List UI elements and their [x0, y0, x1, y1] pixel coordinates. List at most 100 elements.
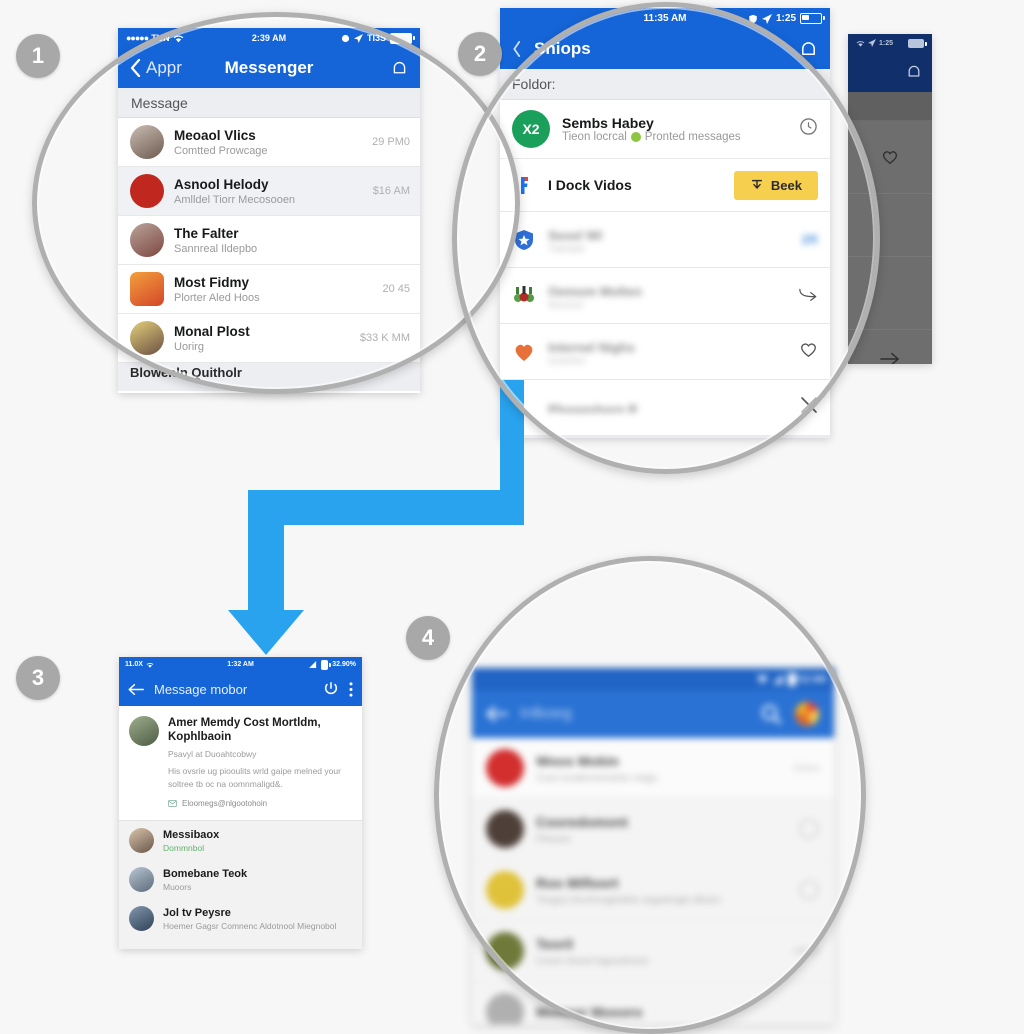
bell-icon[interactable]	[906, 64, 922, 80]
mail-icon	[168, 800, 177, 808]
list-item[interactable]: Bomebane Teok Muoors	[119, 860, 362, 900]
message-email[interactable]: Eloomegs@nlgootohoin	[168, 799, 352, 808]
signal-icon	[772, 674, 784, 684]
table-row[interactable]: Asnool Helody Amlldel Tiorr Mecosooen $1…	[118, 167, 420, 216]
close-icon[interactable]	[800, 396, 818, 419]
back-button[interactable]: Appr	[130, 58, 182, 78]
list-item-subtitle: Coon lcnderreemetor nnigo	[536, 772, 658, 784]
heart-icon[interactable]	[881, 148, 899, 166]
account-avatar-icon[interactable]	[794, 701, 820, 727]
heart-icon[interactable]	[799, 340, 818, 364]
status-time: 1:32 AM	[227, 661, 254, 668]
table-row[interactable]: The Falter Sannreal Ildepbo	[118, 216, 420, 265]
row-subtitle: Plorter Aled Hoos	[174, 291, 260, 304]
table-row[interactable]: Seoel WI Tiahdaly 2R	[500, 212, 830, 268]
list-item[interactable]: Woos Mobin Coon lcnderreemetor nnigo 103…	[472, 738, 834, 799]
send-icon	[353, 33, 363, 43]
count-badge: X2	[512, 110, 550, 148]
search-icon[interactable]	[760, 703, 782, 725]
wifi-icon	[146, 662, 154, 668]
bell-icon[interactable]	[799, 40, 818, 59]
download-icon	[750, 178, 764, 192]
status-right-label: 1:25	[879, 39, 894, 47]
panel4-nav-bar: Inlkoeg	[472, 690, 834, 738]
status-time: 2:39 AM	[251, 33, 287, 43]
chevron-left-icon[interactable]	[512, 41, 522, 57]
avatar	[130, 223, 164, 257]
wifi-icon	[173, 34, 184, 43]
list-item[interactable]: Teoril Coom Hoool Iogesolmoor 1800m	[472, 921, 834, 982]
table-row[interactable]: Oemom Molten MonGol	[500, 268, 830, 324]
table-row[interactable]: I Dock Vidos Beek	[500, 159, 830, 212]
refresh-icon[interactable]	[323, 681, 339, 697]
circle-icon[interactable]	[798, 818, 820, 840]
avatar	[486, 749, 524, 787]
row-subtitle: Tieon locrcal Pronted messages	[562, 131, 791, 143]
list-item[interactable]	[848, 330, 932, 364]
panel2-status-bar: 11:35 AM 1:25	[500, 8, 830, 29]
list-item-name: Monoor Moooro	[536, 1004, 643, 1020]
circle-icon[interactable]	[798, 879, 820, 901]
overflow-menu-icon[interactable]	[349, 681, 353, 697]
avatar	[486, 993, 524, 1024]
table-row[interactable]: Monal Plost Uorirg $33 K MM	[118, 314, 420, 363]
avatar	[130, 321, 164, 355]
panel3-nav-bar: Message mobor	[119, 672, 362, 706]
send-icon	[762, 13, 772, 24]
list-item-name: Teoril	[536, 935, 574, 952]
avatar	[129, 828, 154, 854]
table-row[interactable]: Most Fidmy Plorter Aled Hoos 20 45	[118, 265, 420, 314]
list-item[interactable]: Cooredomont Ptooonr	[472, 799, 834, 860]
signal-dots-icon: ●●●●●	[126, 33, 149, 43]
table-row[interactable]: Meoaol Vlics Comtted Prowcage 29 PM0	[118, 118, 420, 167]
step-badge-4: 4	[406, 616, 450, 660]
heart-shape-icon	[512, 340, 536, 364]
row-time: 20 45	[382, 283, 410, 295]
arrow-curve-icon[interactable]	[798, 285, 818, 306]
panel1-nav-bar: Appr Messenger	[118, 48, 420, 88]
list-item-subtitle: Hoemer Gagsr Comnenc Aldotnool Miegnobol	[163, 920, 337, 931]
beek-button[interactable]: Beek	[733, 170, 818, 200]
page-title: Inlkoeg	[520, 705, 572, 722]
list-item[interactable]: Jol tv Peysre Hoemer Gagsr Comnenc Aldot…	[119, 899, 362, 939]
row-subtitle-post: Pronted messages	[644, 131, 741, 143]
list-item[interactable]	[848, 92, 932, 121]
people-icon	[512, 284, 536, 308]
list-item[interactable]: Messibaox Dommnbol	[119, 821, 362, 861]
table-row[interactable]: Phoogshorn R	[500, 380, 830, 435]
battery-icon	[787, 672, 799, 686]
arrow-right-icon[interactable]	[880, 351, 900, 364]
row-end-label: 2R	[801, 232, 818, 247]
panel2-phone-screen: 11:35 AM 1:25 Shiops Foldor: X2 Sembs Ha…	[500, 8, 830, 438]
list-item-name: Woos Mobin	[536, 752, 619, 769]
arrow-left-icon[interactable]	[486, 705, 508, 723]
list-item-name: Roo Mifloort	[536, 874, 619, 891]
list-item[interactable]: Roo Mifloort Tougos lrecrhnogindols sega…	[472, 860, 834, 921]
list-item-name: Messibaox	[163, 828, 220, 841]
panel2b-status-bar: 1:25	[848, 34, 932, 52]
beek-button-label: Beek	[770, 177, 802, 193]
row-subtitle: MonGol	[548, 299, 584, 308]
row-name: Asnool Helody	[174, 176, 269, 192]
list-item[interactable]	[848, 257, 932, 330]
list-item[interactable]: Monoor Moooro	[472, 982, 834, 1024]
row-subtitle: Amlldel Tiorr Mecosooen	[174, 193, 296, 206]
clock-icon[interactable]	[799, 117, 818, 141]
page-title: Shiops	[534, 39, 591, 58]
location-icon	[341, 34, 350, 43]
row-name: Internel Nighs	[548, 339, 635, 355]
panel2b-nav-bar	[848, 52, 932, 92]
list-item-subtitle: Tougos lrecrhnogindols segarlmglo dloom	[536, 894, 721, 906]
list-item-subtitle: Muoors	[163, 881, 192, 892]
panel2-footer-spacer	[500, 435, 830, 438]
row-name: Oemom Molten	[548, 283, 642, 299]
list-item[interactable]	[848, 121, 932, 194]
list-item[interactable]	[848, 194, 932, 257]
sender-subtitle: Psavyl at Duoahtcobwy	[168, 748, 257, 759]
sender-name: Amer Memdy Cost Mortldm, Kophlbaoin	[168, 717, 321, 744]
arrow-left-icon[interactable]	[128, 683, 144, 696]
table-row[interactable]: X2 Sembs Habey Tieon locrcal Pronted mes…	[500, 100, 830, 159]
bell-icon[interactable]	[391, 60, 408, 77]
table-row[interactable]: Internel Nighs Gotofoin	[500, 324, 830, 380]
row-name: Sembs Habey	[562, 115, 654, 131]
